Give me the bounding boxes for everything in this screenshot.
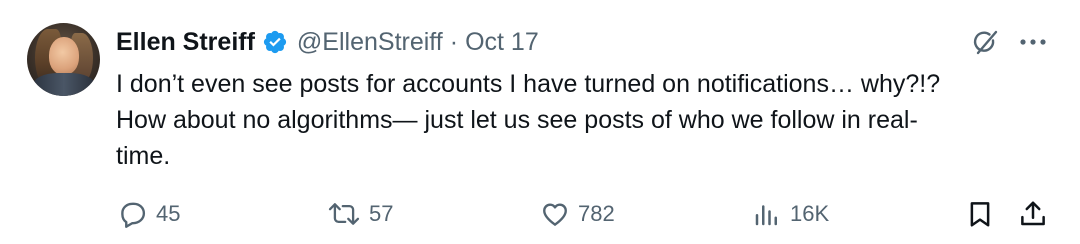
grok-icon[interactable] [970, 27, 1000, 57]
repost-button[interactable]: 57 [327, 196, 393, 232]
views-button[interactable]: 16K [752, 196, 829, 232]
bookmark-button[interactable] [965, 196, 995, 232]
share-button[interactable] [1018, 196, 1048, 232]
reply-count: 45 [156, 201, 181, 226]
verified-badge-icon[interactable] [262, 29, 288, 55]
repost-icon [327, 199, 361, 229]
reply-icon [118, 199, 148, 229]
author-name[interactable]: Ellen Streiff [116, 28, 255, 57]
more-icon[interactable] [1018, 30, 1048, 54]
views-count: 16K [790, 201, 830, 226]
reply-button[interactable]: 45 [118, 196, 180, 232]
action-bar: 45 57 782 16K [0, 196, 1080, 232]
like-count: 782 [578, 201, 615, 226]
separator-dot: · [449, 27, 459, 56]
author-handle[interactable]: @EllenStreiff [297, 28, 443, 57]
bookmark-icon [965, 199, 995, 229]
views-icon [752, 199, 782, 229]
heart-icon [540, 199, 570, 229]
tweet-text: I don’t even see posts for accounts I ha… [116, 70, 941, 170]
tweet-card[interactable]: Ellen Streiff @EllenStreiff · Oct 17 I d… [0, 0, 1080, 244]
repost-count: 57 [369, 201, 394, 226]
tweet-header: Ellen Streiff @EllenStreiff · Oct 17 [116, 26, 539, 58]
tweet-date[interactable]: Oct 17 [465, 28, 539, 57]
like-button[interactable]: 782 [540, 196, 615, 232]
avatar[interactable] [27, 23, 100, 96]
share-icon [1018, 199, 1048, 229]
